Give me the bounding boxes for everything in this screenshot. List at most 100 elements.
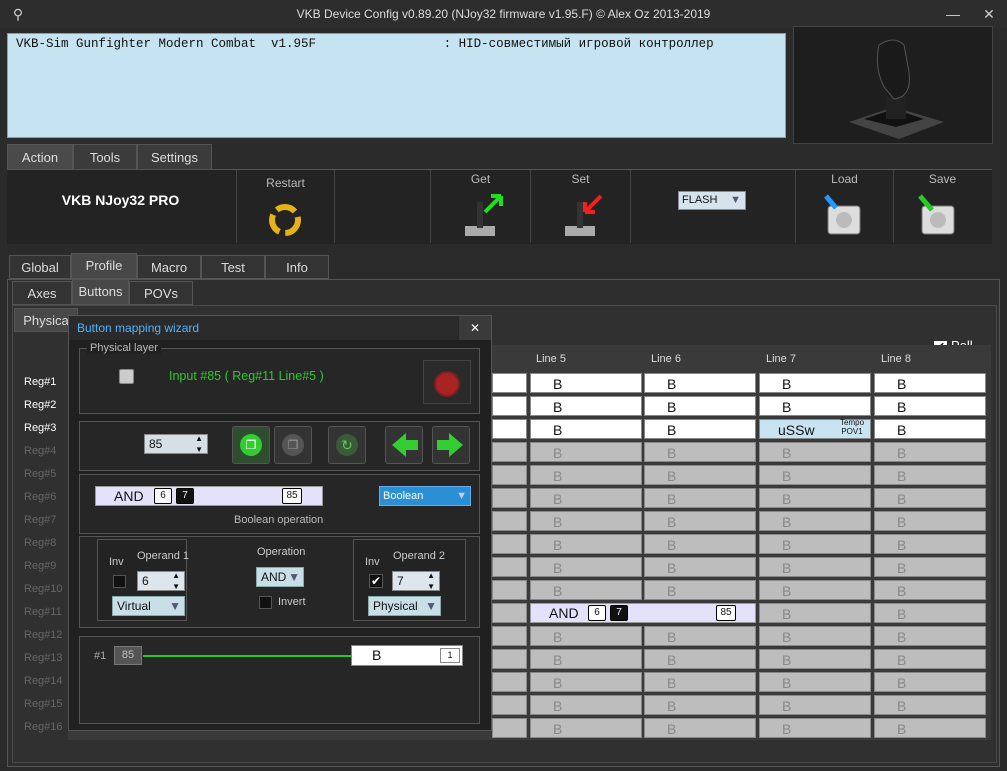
grid-cell[interactable] bbox=[492, 603, 527, 623]
grid-cell[interactable]: B bbox=[874, 442, 986, 462]
grid-cell[interactable]: B bbox=[530, 534, 642, 554]
grid-cell[interactable]: B bbox=[530, 511, 642, 531]
operand1-stepper[interactable]: 6 ▲ ▼ bbox=[137, 571, 185, 591]
grid-cell[interactable]: B bbox=[644, 534, 756, 554]
set-button[interactable]: Set bbox=[531, 170, 630, 243]
grid-cell[interactable]: B bbox=[874, 695, 986, 715]
reset-button[interactable]: ↻ bbox=[328, 426, 366, 464]
subtab-axes[interactable]: Axes bbox=[12, 281, 72, 305]
restart-button[interactable]: Restart bbox=[237, 170, 334, 243]
flash-select[interactable]: FLASH ▼ bbox=[678, 191, 746, 210]
prev-button[interactable] bbox=[385, 426, 423, 464]
grid-cell[interactable]: B bbox=[644, 442, 756, 462]
tab-profile[interactable]: Profile bbox=[71, 253, 137, 279]
invert-checkbox[interactable] bbox=[259, 596, 272, 609]
tab-tools[interactable]: Tools bbox=[73, 144, 137, 170]
grid-cell[interactable] bbox=[492, 396, 527, 416]
grid-cell[interactable]: B bbox=[759, 626, 871, 646]
grid-cell[interactable]: B bbox=[874, 580, 986, 600]
grid-cell[interactable]: B bbox=[530, 695, 642, 715]
grid-cell[interactable] bbox=[492, 580, 527, 600]
wizard-close-button[interactable]: ✕ bbox=[459, 316, 491, 340]
grid-cell[interactable] bbox=[492, 511, 527, 531]
grid-cell[interactable]: B bbox=[874, 465, 986, 485]
grid-cell[interactable]: B bbox=[759, 488, 871, 508]
grid-cell[interactable]: B bbox=[644, 396, 756, 416]
grid-cell[interactable]: B bbox=[874, 419, 986, 439]
grid-cell[interactable]: B bbox=[644, 511, 756, 531]
load-button[interactable]: Load bbox=[796, 170, 893, 243]
grid-cell[interactable] bbox=[492, 488, 527, 508]
grid-cell[interactable]: B bbox=[530, 465, 642, 485]
grid-cell[interactable]: B bbox=[644, 718, 756, 738]
operand2-invert-checkbox[interactable]: ✔ bbox=[369, 574, 383, 588]
grid-cell[interactable]: B bbox=[530, 557, 642, 577]
tab-global[interactable]: Global bbox=[9, 255, 71, 279]
grid-cell[interactable]: B bbox=[530, 373, 642, 393]
physical-checkbox[interactable] bbox=[119, 369, 134, 384]
grid-cell[interactable]: B bbox=[874, 626, 986, 646]
ussw-cell[interactable]: uSSw Tempo POV1 bbox=[759, 418, 871, 439]
grid-cell[interactable]: B bbox=[644, 695, 756, 715]
grid-cell[interactable]: B bbox=[874, 488, 986, 508]
grid-cell[interactable] bbox=[492, 695, 527, 715]
grid-cell[interactable] bbox=[492, 557, 527, 577]
paste-button[interactable]: ❐ bbox=[274, 426, 312, 464]
grid-cell[interactable]: B bbox=[530, 718, 642, 738]
type-select[interactable]: Boolean ▼ bbox=[379, 486, 471, 506]
operand1-invert-checkbox[interactable] bbox=[113, 575, 126, 588]
grid-cell[interactable]: B bbox=[530, 396, 642, 416]
operand2-type-select[interactable]: Physical ▼ bbox=[368, 596, 441, 616]
grid-cell[interactable]: B bbox=[530, 649, 642, 669]
chain-output[interactable]: B1 bbox=[351, 645, 463, 666]
next-button[interactable] bbox=[432, 426, 470, 464]
record-button[interactable] bbox=[423, 360, 471, 404]
subtab-povs[interactable]: POVs bbox=[129, 281, 193, 305]
operand1-type-select[interactable]: Virtual ▼ bbox=[112, 596, 185, 616]
grid-cell[interactable]: B bbox=[874, 603, 986, 623]
grid-cell[interactable] bbox=[492, 718, 527, 738]
grid-cell[interactable]: B bbox=[644, 580, 756, 600]
grid-cell[interactable]: B bbox=[644, 649, 756, 669]
grid-cell[interactable]: B bbox=[759, 442, 871, 462]
minimize-icon[interactable]: — bbox=[935, 0, 971, 28]
grid-cell[interactable]: B bbox=[759, 672, 871, 692]
grid-cell[interactable]: B bbox=[874, 649, 986, 669]
grid-cell[interactable]: B bbox=[530, 626, 642, 646]
grid-cell[interactable] bbox=[492, 465, 527, 485]
grid-cell[interactable]: B bbox=[759, 557, 871, 577]
grid-cell[interactable]: B bbox=[644, 672, 756, 692]
boolean-cell[interactable]: AND 6 7 85 bbox=[530, 603, 756, 623]
grid-cell[interactable]: B bbox=[759, 718, 871, 738]
grid-cell[interactable]: B bbox=[530, 442, 642, 462]
grid-cell[interactable]: B bbox=[759, 511, 871, 531]
grid-cell[interactable]: B bbox=[759, 580, 871, 600]
tab-test[interactable]: Test bbox=[201, 255, 265, 279]
grid-cell[interactable]: B bbox=[874, 718, 986, 738]
tab-macro[interactable]: Macro bbox=[137, 255, 201, 279]
save-button[interactable]: Save bbox=[894, 170, 991, 243]
grid-cell[interactable]: B bbox=[644, 465, 756, 485]
grid-cell[interactable]: B bbox=[759, 534, 871, 554]
grid-cell[interactable]: B bbox=[644, 373, 756, 393]
grid-cell[interactable] bbox=[492, 419, 527, 439]
grid-cell[interactable]: B bbox=[530, 488, 642, 508]
grid-cell[interactable]: B bbox=[759, 396, 871, 416]
tab-settings[interactable]: Settings bbox=[137, 144, 212, 170]
subtab-buttons[interactable]: Buttons bbox=[72, 279, 129, 305]
grid-cell[interactable]: B bbox=[530, 580, 642, 600]
grid-cell[interactable]: B bbox=[759, 373, 871, 393]
get-button[interactable]: Get bbox=[431, 170, 530, 243]
close-icon[interactable]: ✕ bbox=[971, 0, 1007, 28]
grid-cell[interactable]: B bbox=[874, 511, 986, 531]
grid-cell[interactable]: B bbox=[759, 465, 871, 485]
grid-cell[interactable]: B bbox=[759, 603, 871, 623]
grid-cell[interactable] bbox=[492, 373, 527, 393]
grid-cell[interactable]: B bbox=[874, 373, 986, 393]
grid-cell[interactable] bbox=[492, 442, 527, 462]
grid-cell[interactable] bbox=[492, 649, 527, 669]
copy-button[interactable]: ❐ bbox=[232, 426, 270, 464]
grid-cell[interactable]: B bbox=[644, 488, 756, 508]
tab-info[interactable]: Info bbox=[265, 255, 329, 279]
tab-action[interactable]: Action bbox=[7, 144, 73, 170]
